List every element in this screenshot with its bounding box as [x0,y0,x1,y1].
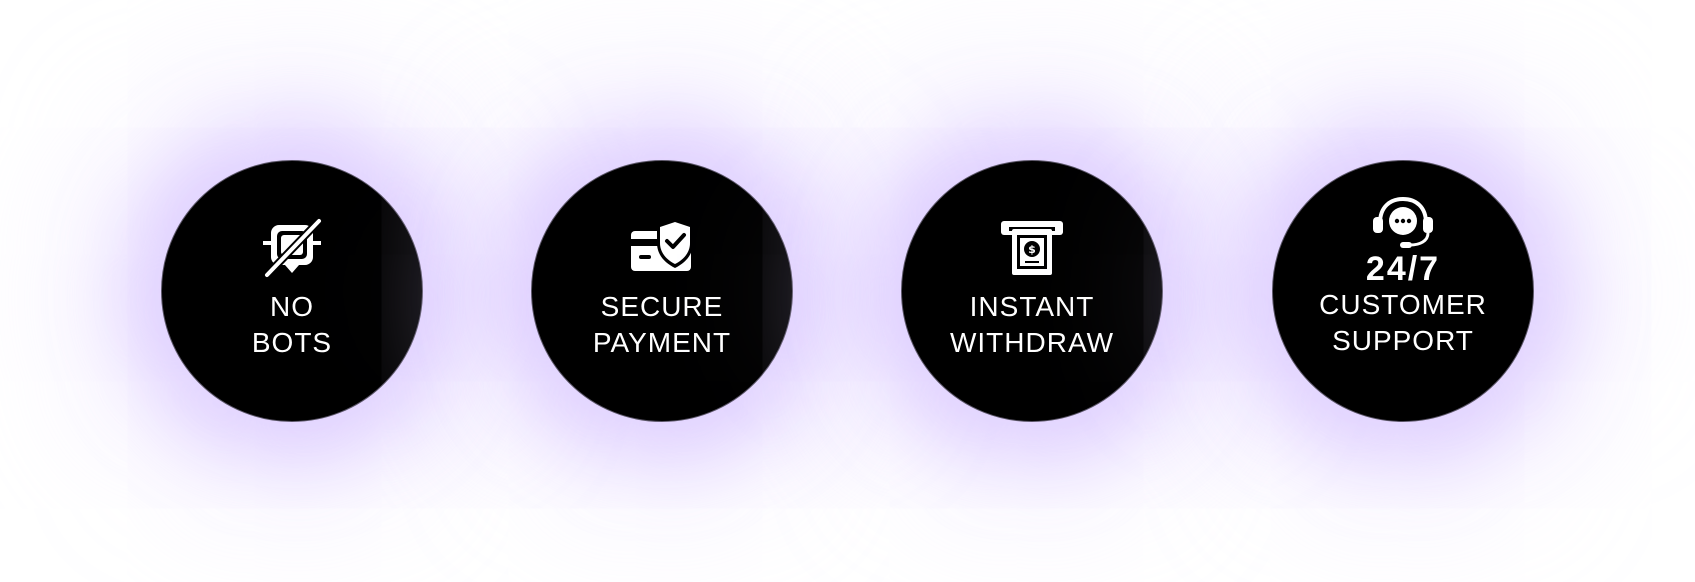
feature-label: NO BOTS [252,289,332,361]
feature-no-bots: NO BOTS [161,160,423,422]
feature-label-line1: INSTANT [969,291,1095,322]
feature-customer-support: 24/7 CUSTOMER SUPPORT [1272,160,1534,422]
feature-secure-payment: SECURE PAYMENT [531,160,793,422]
headset-chat-support-icon [1370,195,1436,249]
svg-text:$: $ [1028,243,1036,256]
feature-label: INSTANT WITHDRAW [950,289,1114,361]
feature-label-line2: BOTS [251,327,333,358]
feature-label-line1: SECURE [600,291,724,322]
feature-label-line2: WITHDRAW [949,327,1115,358]
feature-label-line2: SUPPORT [1332,325,1474,356]
support-hours: 24/7 [1365,250,1441,288]
feature-label-line1: NO [269,291,314,322]
feature-label-line2: PAYMENT [592,327,732,358]
feature-label: SECURE PAYMENT [593,289,731,361]
feature-instant-withdraw: $ INSTANT WITHDRAW [901,160,1163,422]
features-row: NO BOTS SECURE PAYMENT $ INSTANT WITHDRA… [0,0,1695,582]
no-bots-icon [257,213,327,283]
secure-card-shield-icon [627,213,697,283]
feature-label-line1: CUSTOMER [1319,289,1487,320]
atm-cash-withdraw-icon: $ [997,213,1067,283]
feature-label: CUSTOMER SUPPORT [1319,287,1487,359]
